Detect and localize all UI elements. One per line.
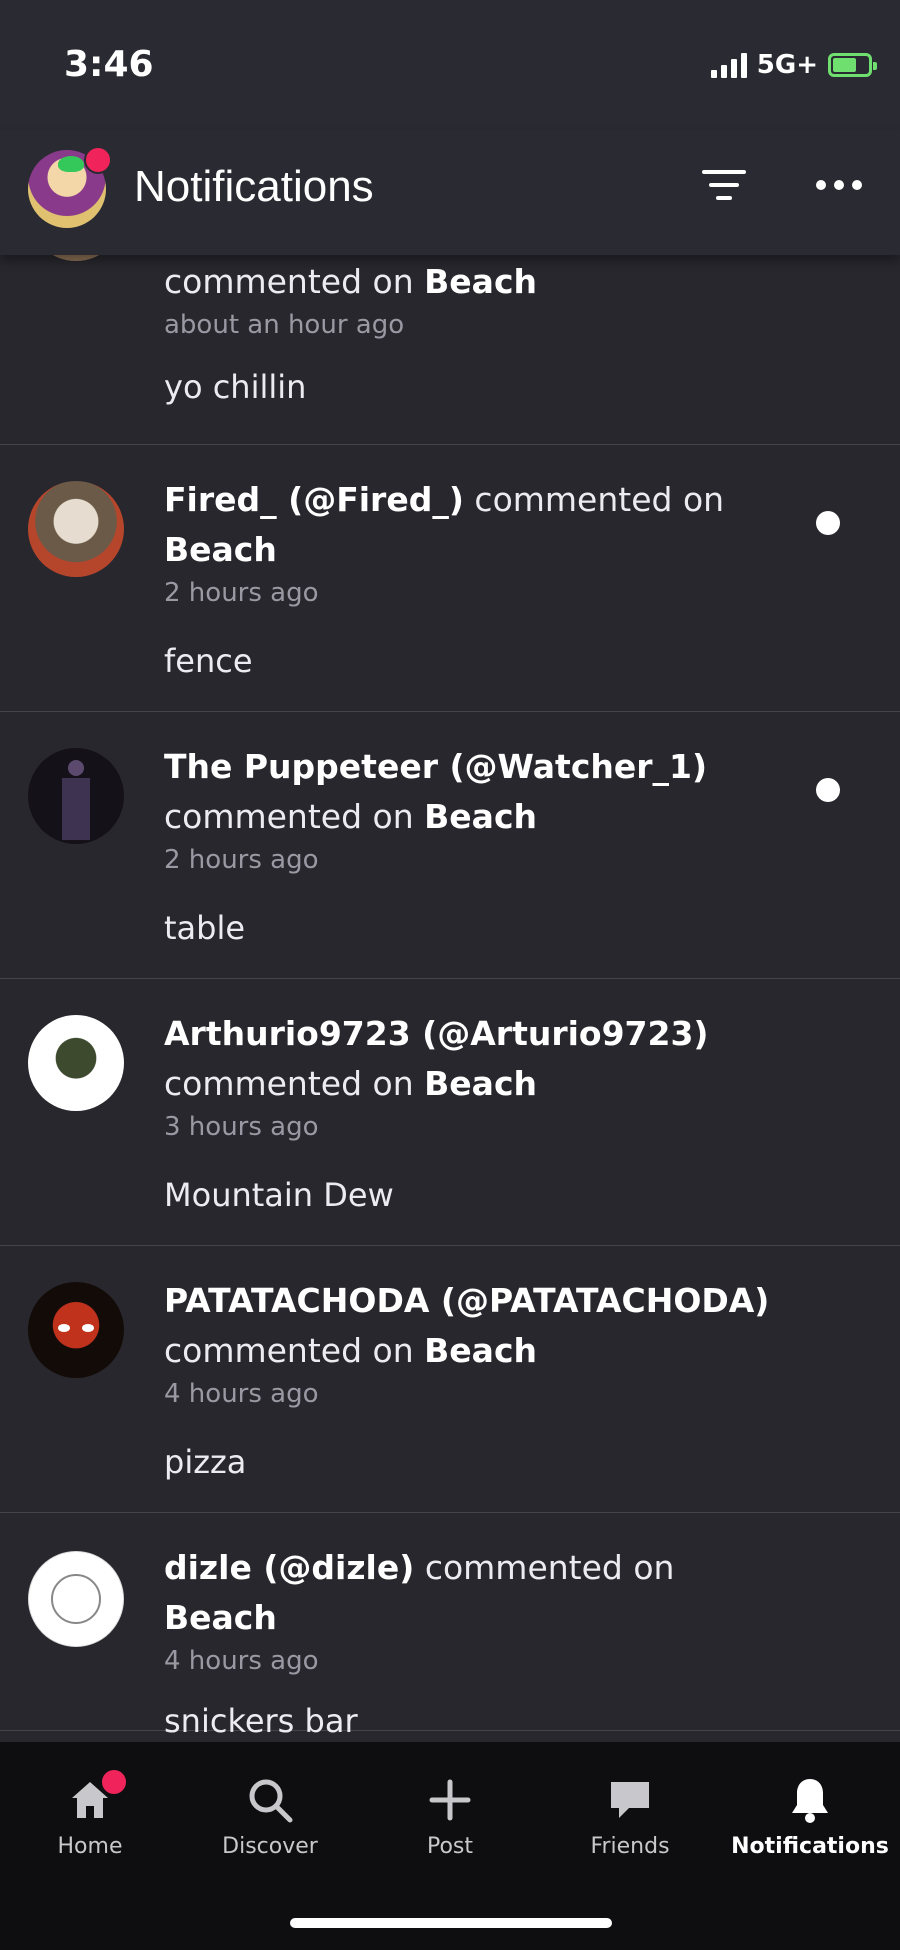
notification-post-title[interactable]: Beach <box>424 1331 537 1370</box>
user-avatar[interactable] <box>28 1015 124 1111</box>
notification-action: commented on <box>164 1064 414 1103</box>
notification-time: 4 hours ago <box>164 1379 319 1409</box>
notification-comment: Mountain Dew <box>164 1176 394 1214</box>
unread-indicator <box>816 511 840 535</box>
notifications-list: commented on Beach about an hour ago yo … <box>0 165 900 1740</box>
notification-user[interactable]: PATATACHODA (@PATATACHODA) <box>164 1281 769 1320</box>
search-icon <box>180 1772 360 1828</box>
notification-comment: table <box>164 909 246 947</box>
nav-discover-label: Discover <box>222 1834 318 1859</box>
nav-discover[interactable]: Discover <box>180 1772 360 1859</box>
notification-comment: yo chillin <box>164 368 307 406</box>
user-avatar[interactable] <box>28 748 124 844</box>
notification-action: commented on <box>424 1548 675 1587</box>
bell-icon <box>720 1772 900 1828</box>
battery-icon <box>828 53 877 77</box>
user-avatar[interactable] <box>28 481 124 577</box>
notification-post-title[interactable]: Beach <box>424 797 537 836</box>
more-options-icon[interactable] <box>816 180 862 190</box>
user-avatar[interactable] <box>28 1551 124 1647</box>
notification-user[interactable]: The Puppeteer (@Watcher_1) <box>164 747 707 786</box>
notification-time: 4 hours ago <box>164 1646 319 1676</box>
unread-indicator <box>816 778 840 802</box>
notification-time: 2 hours ago <box>164 578 319 608</box>
notification-item[interactable]: PATATACHODA (@PATATACHODA) commented on … <box>0 1246 900 1513</box>
nav-home[interactable]: Home <box>0 1770 180 1859</box>
network-type: 5G+ <box>756 50 818 80</box>
notification-post-title[interactable]: Beach <box>424 262 537 301</box>
page-title: Notifications <box>134 162 374 211</box>
notification-comment: pizza <box>164 1443 247 1481</box>
nav-post-label: Post <box>426 1834 474 1859</box>
notification-post-title[interactable]: Beach <box>164 530 277 569</box>
notification-badge <box>84 146 112 174</box>
notification-action: commented on <box>164 797 414 836</box>
notification-action: commented on <box>164 262 414 301</box>
home-icon <box>0 1770 180 1828</box>
profile-avatar[interactable] <box>28 146 112 228</box>
chat-bubble-icon <box>540 1772 720 1828</box>
notification-time: 3 hours ago <box>164 1112 319 1142</box>
notification-action: commented on <box>474 480 725 519</box>
user-avatar[interactable] <box>28 1282 124 1378</box>
notification-comment: fence <box>164 642 253 680</box>
notification-post-title[interactable]: Beach <box>424 1064 537 1103</box>
notification-time: 2 hours ago <box>164 845 319 875</box>
notification-item[interactable]: The Puppeteer (@Watcher_1) commented on … <box>0 712 900 979</box>
nav-friends-label: Friends <box>590 1834 670 1859</box>
notification-post-title[interactable]: Beach <box>164 1598 277 1637</box>
notification-time: about an hour ago <box>164 310 405 340</box>
home-indicator[interactable] <box>290 1918 612 1928</box>
notification-action: commented on <box>164 1331 414 1370</box>
home-badge <box>102 1770 126 1794</box>
nav-home-label: Home <box>57 1834 123 1859</box>
nav-friends[interactable]: Friends <box>540 1772 720 1859</box>
notification-user[interactable]: Fired_ (@Fired_) <box>164 480 464 519</box>
notification-item[interactable]: Arthurio9723 (@Arturio9723) commented on… <box>0 979 900 1246</box>
nav-notifications-label: Notifications <box>731 1834 889 1859</box>
notification-comment: snickers bar <box>164 1702 358 1740</box>
plus-icon <box>360 1772 540 1828</box>
notification-user[interactable]: dizle (@dizle) <box>164 1548 414 1587</box>
nav-post[interactable]: Post <box>360 1772 540 1859</box>
nav-notifications[interactable]: Notifications <box>720 1772 900 1859</box>
app-header: Notifications <box>0 130 900 255</box>
filter-icon[interactable] <box>700 170 748 206</box>
notification-item[interactable]: dizle (@dizle) commented on Beach 4 hour… <box>0 1513 900 1740</box>
status-time: 3:46 <box>64 44 154 85</box>
signal-icon <box>710 52 747 78</box>
notification-item[interactable]: Fired_ (@Fired_) commented on Beach 2 ho… <box>0 445 900 712</box>
notification-user[interactable]: Arthurio9723 (@Arturio9723) <box>164 1014 709 1053</box>
status-indicators: 5G+ <box>710 48 877 82</box>
status-bar: 3:46 5G+ <box>0 0 900 130</box>
